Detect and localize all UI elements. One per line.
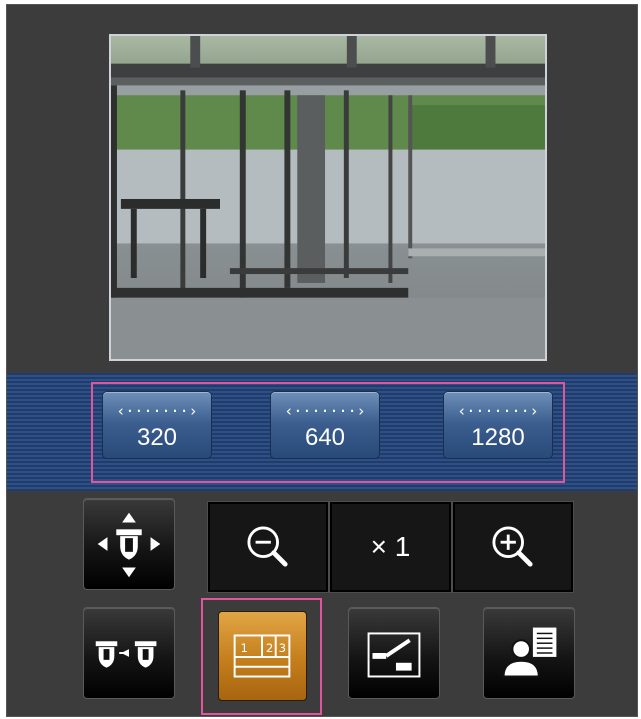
camera-switch-button[interactable] xyxy=(83,607,175,699)
arrow-left-right-icon: ‹·······› xyxy=(116,402,198,420)
user-list-icon xyxy=(502,627,557,678)
arrow-left-right-icon: ‹·······› xyxy=(457,402,539,420)
pan-tilt-icon xyxy=(97,512,161,578)
resolution-label: 640 xyxy=(304,424,346,451)
resolution-label: 1280 xyxy=(471,424,525,451)
arrow-left-right-icon: ‹·······› xyxy=(284,402,366,420)
zoom-out-icon xyxy=(247,526,288,567)
edit-button[interactable] xyxy=(348,607,440,699)
multi-screen-number: 3 xyxy=(279,641,286,655)
zoom-in-icon xyxy=(492,526,533,567)
multi-screen-icon: 1 2 3 xyxy=(233,634,291,678)
camera-switch-icon xyxy=(95,641,157,668)
resolution-640-button[interactable]: ‹·······› 640 xyxy=(270,391,380,459)
camera-scene xyxy=(111,36,545,359)
pan-tilt-button[interactable] xyxy=(83,498,175,590)
zoom-in-button[interactable] xyxy=(452,501,574,593)
multi-screen-button[interactable]: 1 2 3 xyxy=(218,611,307,701)
user-list-button[interactable] xyxy=(483,607,575,699)
multi-screen-number: 1 xyxy=(241,641,248,655)
resolution-bar: ‹·······› 320 ‹·······› 640 ‹·······› 12… xyxy=(7,373,637,491)
resolution-320-button[interactable]: ‹·······› 320 xyxy=(102,391,212,459)
zoom-level-label: × 1 xyxy=(370,531,411,562)
zoom-level-display: × 1 xyxy=(329,501,452,593)
edit-icon xyxy=(367,632,421,678)
multi-screen-number: 2 xyxy=(266,641,273,655)
resolution-1280-button[interactable]: ‹·······› 1280 xyxy=(443,391,553,459)
live-camera-image xyxy=(109,34,547,361)
camera-viewer: ‹·······› 320 ‹·······› 640 ‹·······› 12… xyxy=(6,4,638,717)
zoom-out-button[interactable] xyxy=(207,501,329,593)
resolution-label: 320 xyxy=(136,424,178,451)
